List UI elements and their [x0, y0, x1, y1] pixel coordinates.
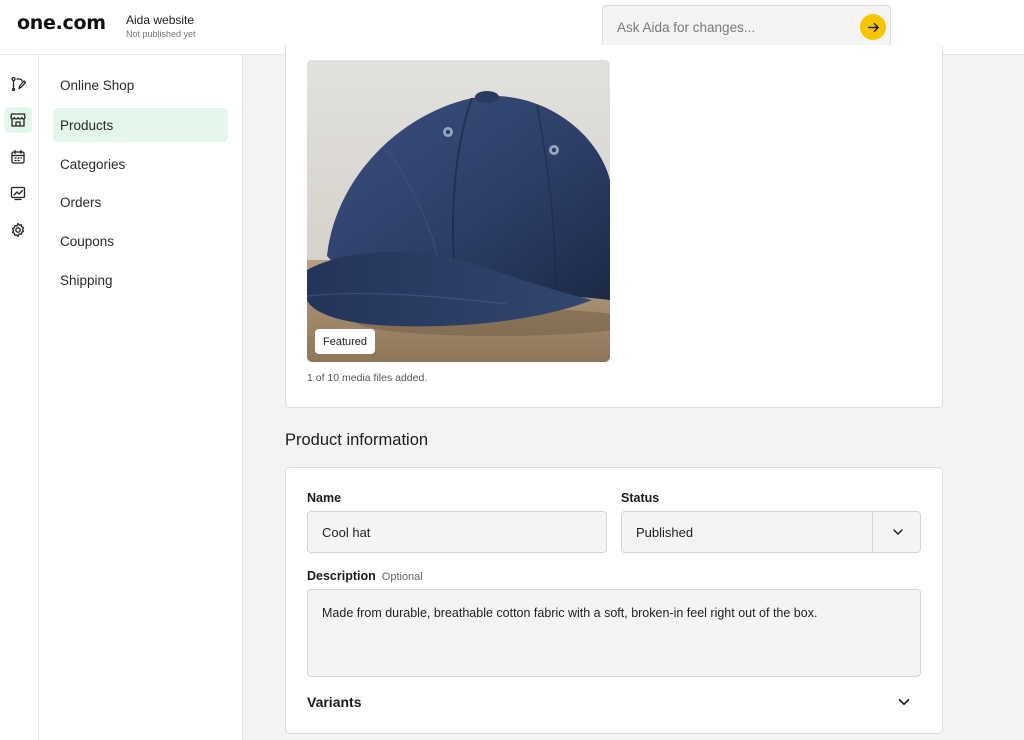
status-select[interactable]: Published	[621, 511, 921, 553]
optional-hint: Optional	[381, 571, 423, 583]
subnav-item-online-shop[interactable]: Online Shop	[53, 68, 228, 102]
chevron-down-icon	[893, 529, 903, 535]
name-label: Name	[307, 491, 342, 505]
description-label: Description	[307, 569, 376, 583]
media-count-text: 1 of 10 media files added.	[307, 372, 428, 384]
subnav-item-orders[interactable]: Orders	[53, 185, 228, 219]
aida-prompt-box	[602, 5, 891, 47]
site-title: Aida website	[126, 13, 195, 27]
rail-item-edit[interactable]	[4, 71, 32, 97]
subnav-item-categories[interactable]: Categories	[53, 147, 228, 181]
rail-item-settings[interactable]	[4, 217, 32, 243]
rail-item-analytics[interactable]	[4, 180, 32, 206]
rail-item-calendar[interactable]	[4, 144, 32, 170]
status-select-divider	[872, 512, 873, 552]
brand-logo[interactable]: one.com	[17, 12, 106, 34]
cap-image	[307, 60, 610, 362]
variants-chevron-down-icon[interactable]	[895, 693, 913, 711]
product-information-heading: Product information	[285, 431, 429, 449]
icon-rail	[0, 55, 39, 740]
name-input[interactable]	[307, 511, 607, 553]
description-label-row: Description Optional	[307, 569, 423, 583]
status-label: Status	[621, 491, 660, 505]
subnav-item-shipping[interactable]: Shipping	[53, 263, 228, 297]
rail-item-shop[interactable]	[4, 107, 32, 133]
featured-badge: Featured	[315, 329, 376, 354]
shop-icon	[10, 113, 26, 127]
description-textarea[interactable]: Made from durable, breathable cotton fab…	[307, 589, 921, 677]
status-selected-value: Published	[636, 525, 694, 540]
variants-heading[interactable]: Variants	[307, 694, 361, 710]
shop-subnav: Online Shop Products Categories Orders C…	[39, 55, 243, 740]
product-information-card: Name Status Published Description Optiona…	[285, 467, 943, 734]
gear-icon	[11, 222, 25, 238]
subnav-item-products[interactable]: Products	[53, 108, 228, 142]
site-status: Not published yet	[126, 29, 196, 39]
edit-site-icon	[11, 76, 26, 92]
calendar-icon	[11, 149, 25, 164]
aida-prompt-input[interactable]	[617, 17, 847, 37]
product-photo[interactable]: Featured	[307, 60, 610, 362]
arrow-right-icon	[867, 22, 879, 32]
analytics-icon	[10, 186, 26, 201]
aida-send-button[interactable]	[860, 14, 886, 40]
subnav-item-coupons[interactable]: Coupons	[53, 224, 228, 258]
media-card: Featured 1 of 10 media files added.	[285, 45, 943, 408]
